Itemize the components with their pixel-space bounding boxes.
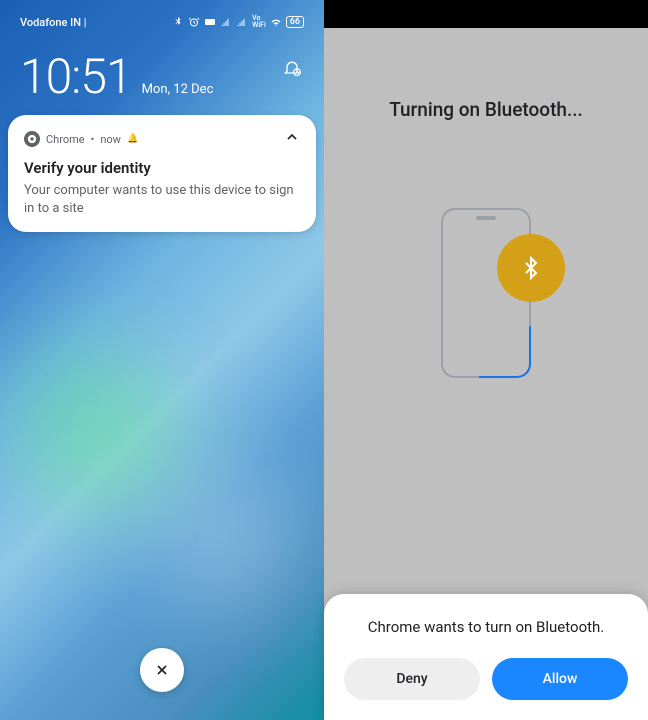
sheet-buttons: Deny Allow xyxy=(344,658,628,700)
hd-icon xyxy=(204,16,216,28)
close-button[interactable] xyxy=(140,648,184,692)
permission-message: Chrome wants to turn on Bluetooth. xyxy=(344,618,628,636)
signal-icon xyxy=(220,16,232,28)
wifi-icon xyxy=(270,16,282,28)
notification-title: Verify your identity xyxy=(24,159,300,177)
notification-card[interactable]: Chrome • now 🔔 Verify your identity Your… xyxy=(8,115,316,232)
allow-button[interactable]: Allow xyxy=(492,658,628,700)
alarm-icon xyxy=(188,16,200,28)
chevron-up-icon[interactable] xyxy=(284,129,300,149)
signal-icon-2 xyxy=(236,16,248,28)
page-title: Turning on Bluetooth... xyxy=(324,28,648,121)
clock-date: Mon, 12 Dec xyxy=(142,82,214,97)
right-phone-screen: Turning on Bluetooth... Chrome wants to … xyxy=(324,0,648,720)
bell-icon: 🔔 xyxy=(127,134,138,144)
left-phone-screen: Vodafone IN | Vo WiFi 66 10:51 Mon, 12 D… xyxy=(0,0,324,720)
notification-settings-icon[interactable] xyxy=(282,58,302,82)
bluetooth-screen: Turning on Bluetooth... Chrome wants to … xyxy=(324,28,648,720)
permission-sheet: Chrome wants to turn on Bluetooth. Deny … xyxy=(324,594,648,720)
status-icons: Vo WiFi 66 xyxy=(172,15,304,29)
notification-body: Your computer wants to use this device t… xyxy=(24,182,300,218)
status-bar: Vodafone IN | Vo WiFi 66 xyxy=(0,0,324,30)
close-icon xyxy=(154,662,170,678)
chrome-icon xyxy=(24,131,40,147)
deny-button[interactable]: Deny xyxy=(344,658,480,700)
clock-row: 10:51 Mon, 12 Dec xyxy=(0,30,324,115)
battery-badge: 66 xyxy=(286,16,304,28)
bluetooth-icon xyxy=(519,256,543,280)
bluetooth-badge xyxy=(497,234,565,302)
notification-time: now xyxy=(100,133,121,146)
status-bar-right xyxy=(324,0,648,28)
carrier-label: Vodafone IN | xyxy=(20,16,86,29)
phone-illustration xyxy=(441,208,531,378)
bluetooth-icon xyxy=(172,16,184,28)
notification-app-name: Chrome xyxy=(46,133,85,146)
clock-time: 10:51 xyxy=(20,48,132,105)
notification-header: Chrome • now 🔔 xyxy=(24,129,300,149)
vowifi-label: Vo WiFi xyxy=(252,15,266,29)
separator: • xyxy=(91,133,95,146)
